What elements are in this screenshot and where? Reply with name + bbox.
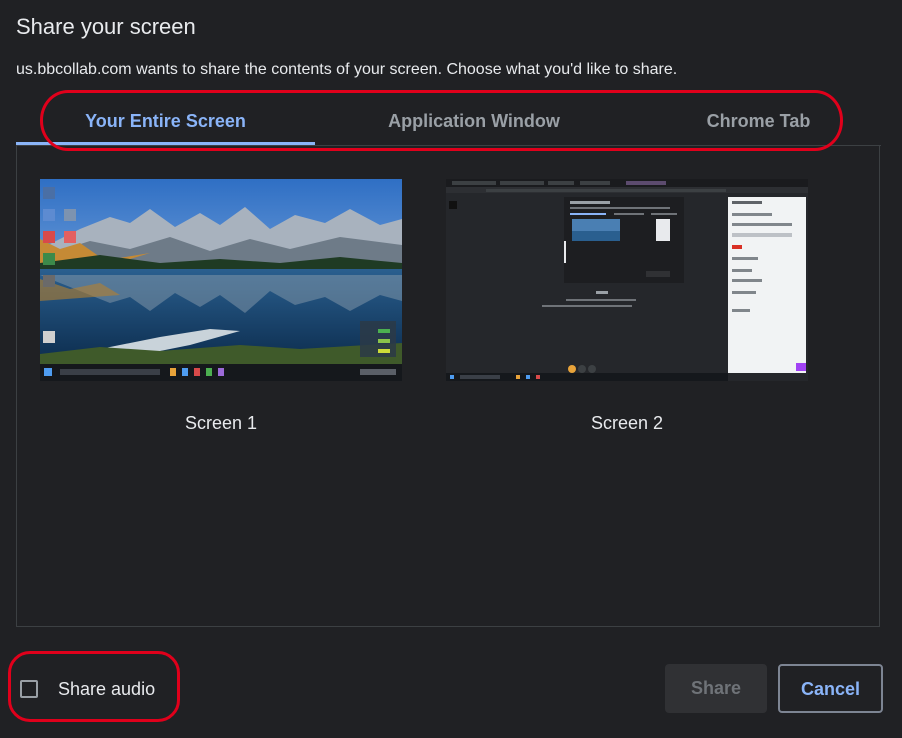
screen-2-thumbnail — [446, 179, 808, 381]
tab-entire-screen[interactable]: Your Entire Screen — [16, 98, 315, 145]
source-tabs: Your Entire Screen Application Window Ch… — [16, 98, 881, 146]
tab-chrome-tab[interactable]: Chrome Tab — [636, 98, 881, 144]
cancel-button[interactable]: Cancel — [778, 664, 883, 713]
screen-option-1[interactable]: Screen 1 — [40, 179, 402, 439]
share-audio-toggle[interactable]: Share audio — [20, 676, 155, 702]
dialog-subtitle: us.bbcollab.com wants to share the conte… — [16, 61, 678, 78]
tab-application-window[interactable]: Application Window — [321, 98, 627, 144]
source-list-panel: Screen 1 Screen 2 — [16, 146, 880, 627]
screen-1-thumbnail — [40, 179, 402, 381]
screen-2-label: Screen 2 — [590, 413, 664, 433]
screen-1-label: Screen 1 — [184, 413, 258, 433]
share-audio-label: Share audio — [58, 678, 156, 699]
dialog-title: Share your screen — [16, 14, 196, 39]
screen-option-2[interactable]: Screen 2 — [446, 179, 808, 439]
share-audio-checkbox[interactable] — [20, 680, 38, 698]
share-button[interactable]: Share — [665, 664, 767, 713]
share-screen-dialog: Share your screen us.bbcollab.com wants … — [0, 0, 902, 738]
